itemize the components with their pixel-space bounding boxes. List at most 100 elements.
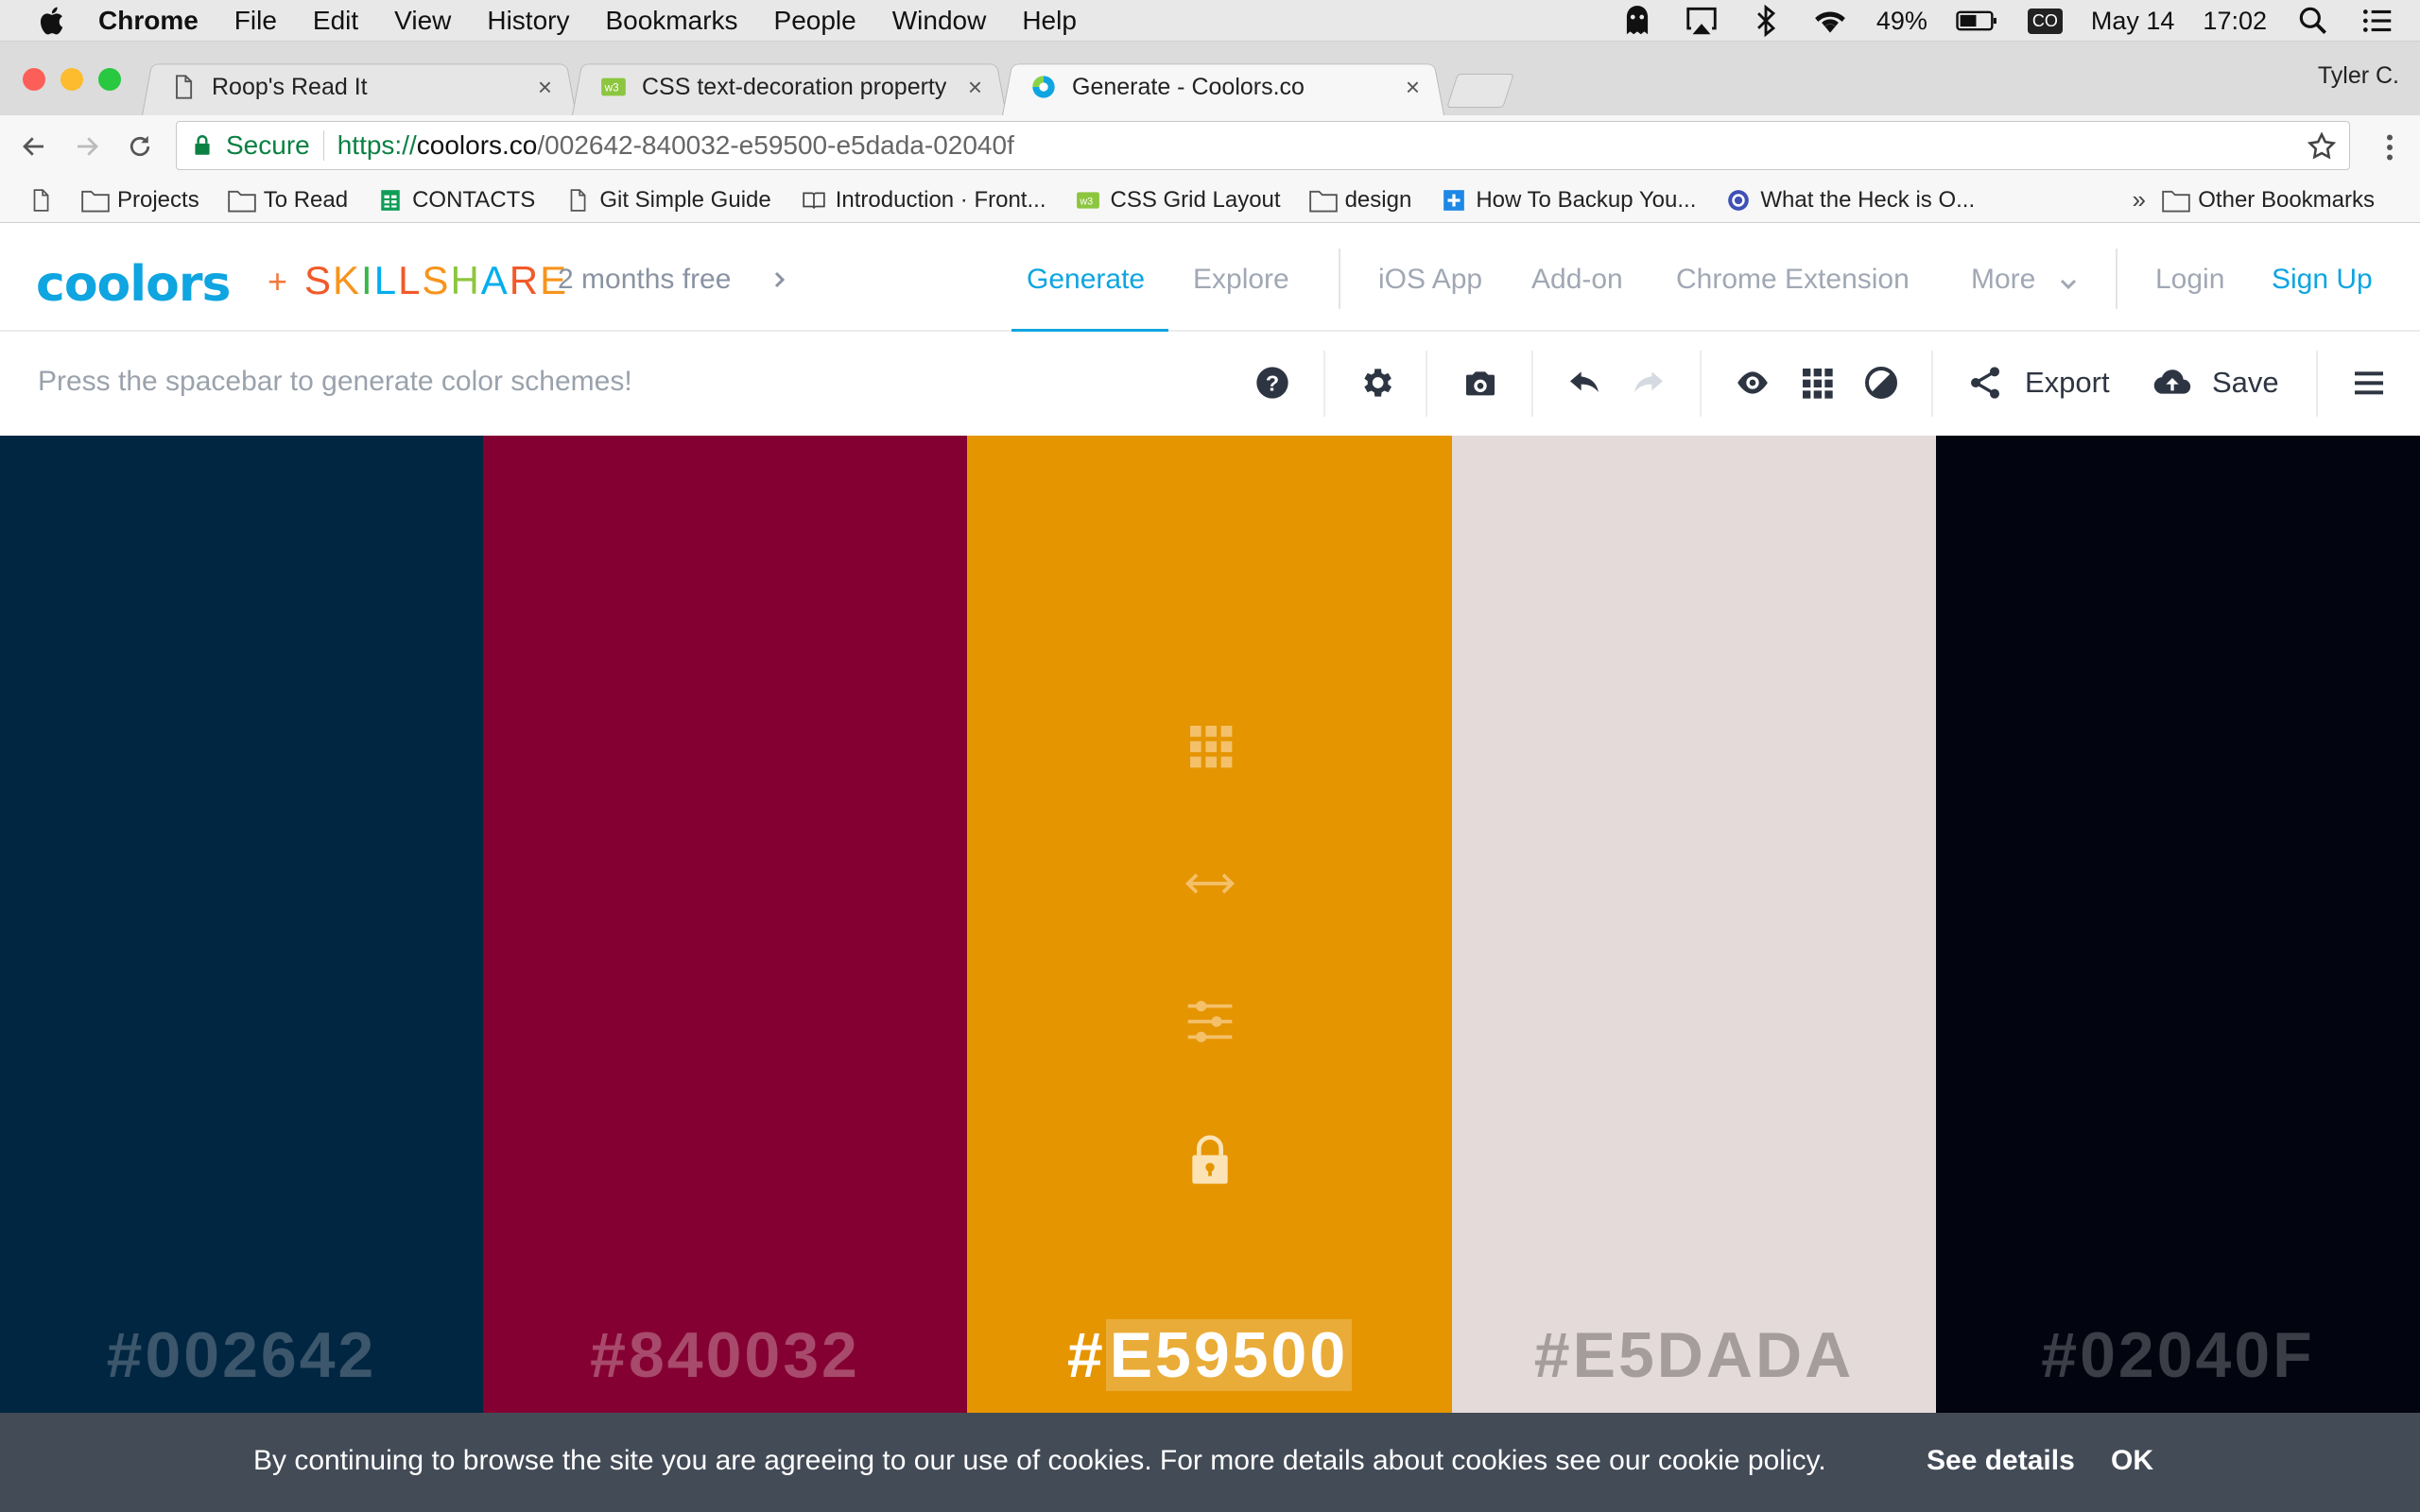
menu-window[interactable]: Window [892, 6, 987, 36]
menu-view[interactable]: View [394, 6, 451, 36]
hex-code[interactable]: #002642 [0, 1318, 483, 1392]
bookmark-introduction-front[interactable]: Introduction · Front... [800, 187, 1046, 214]
nav-generate[interactable]: Generate [1027, 264, 1145, 296]
nav-explore[interactable]: Explore [1193, 264, 1289, 296]
chevron-down-icon[interactable] [2057, 273, 2080, 296]
bookmark-projects[interactable]: Projects [81, 187, 199, 214]
bookmark-to-read[interactable]: To Read [227, 187, 348, 214]
apple-icon[interactable] [36, 4, 70, 38]
notification-center-icon[interactable] [2360, 3, 2395, 39]
tab-title: Generate - Coolors.co [1072, 73, 1305, 100]
spotlight-search-icon[interactable] [2295, 3, 2331, 39]
color-swatch[interactable]: #02040F [1936, 436, 2420, 1413]
bookmark-how-to-backup[interactable]: How To Backup You... [1440, 187, 1696, 214]
tab-coolors-generate[interactable]: Generate - Coolors.co × [1002, 59, 1444, 115]
hamburger-menu-icon[interactable] [2350, 364, 2388, 402]
document-icon[interactable] [28, 187, 53, 214]
shades-grid-icon[interactable] [1184, 719, 1236, 772]
menu-file[interactable]: File [234, 6, 277, 36]
wifi-icon[interactable] [1812, 3, 1848, 39]
bluetooth-icon[interactable] [1748, 3, 1784, 39]
minimize-window-button[interactable] [60, 68, 83, 91]
gear-icon[interactable] [1357, 364, 1395, 402]
tab-close-icon[interactable]: × [1392, 73, 1420, 102]
svg-text:?: ? [1266, 370, 1279, 395]
bookmark-git-simple-guide[interactable]: Git Simple Guide [563, 187, 771, 214]
nav-more[interactable]: More [1971, 264, 2035, 296]
hex-code[interactable]: #E5DADA [1452, 1318, 1936, 1392]
promo-text[interactable]: 2 months free [558, 264, 731, 296]
toolbar-divider [1531, 351, 1533, 417]
save-button[interactable]: Save [2212, 366, 2279, 400]
adjust-sliders-icon[interactable] [1184, 995, 1236, 1048]
back-button[interactable] [15, 128, 53, 165]
nav-ios-app[interactable]: iOS App [1378, 264, 1482, 296]
contrast-icon[interactable] [1862, 364, 1900, 402]
forward-button[interactable] [68, 128, 106, 165]
battery-icon[interactable] [1956, 3, 1999, 39]
menu-edit[interactable]: Edit [313, 6, 358, 36]
nav-add-on[interactable]: Add-on [1531, 264, 1623, 296]
tab-css-text-decoration[interactable]: w3 CSS text-decoration property × [572, 59, 1007, 115]
bookmark-what-the-heck[interactable]: What the Heck is O... [1724, 187, 1975, 214]
profile-name[interactable]: Tyler C. [2318, 62, 2399, 90]
hex-selected-text: E59500 [1105, 1319, 1353, 1391]
tab-strip: Roop's Read It × w3 CSS text-decoration … [0, 42, 2420, 115]
grid-icon[interactable] [1798, 364, 1836, 402]
airplay-icon[interactable] [1684, 3, 1720, 39]
chevron-right-icon[interactable] [768, 267, 790, 292]
color-swatch[interactable]: #E5DADA [1452, 436, 1936, 1413]
co-badge[interactable]: CO [2027, 8, 2063, 34]
menu-history[interactable]: History [487, 6, 569, 36]
bookmark-other-bookmarks[interactable]: Other Bookmarks [2162, 187, 2375, 214]
chrome-menu-icon[interactable] [2373, 129, 2407, 166]
new-tab-button[interactable] [1446, 74, 1514, 108]
reload-button[interactable] [121, 128, 159, 165]
nav-chrome-extension[interactable]: Chrome Extension [1676, 264, 1910, 296]
tab-title: Roop's Read It [212, 73, 368, 100]
bookmark-css-grid-layout[interactable]: w3 CSS Grid Layout [1074, 187, 1281, 214]
hex-code[interactable]: #02040F [1936, 1318, 2420, 1392]
bookmark-star-icon[interactable] [2306, 130, 2338, 163]
see-details-link[interactable]: See details [1927, 1445, 2075, 1477]
ghost-icon[interactable] [1619, 3, 1655, 39]
menu-app-name[interactable]: Chrome [98, 6, 199, 36]
lock-icon[interactable] [1184, 1133, 1236, 1186]
color-swatch[interactable]: #002642 [0, 436, 483, 1413]
hex-code[interactable]: #E59500 [967, 1318, 1452, 1392]
menu-people[interactable]: People [774, 6, 856, 36]
tab-close-icon[interactable]: × [525, 73, 552, 102]
skillshare-letter: A [480, 258, 510, 302]
url-scheme: https:// [337, 130, 417, 160]
color-swatch[interactable]: #840032 [483, 436, 967, 1413]
coolors-logo[interactable]: coolors [36, 256, 231, 313]
address-bar[interactable]: Secure https://coolors.co/002642-840032-… [176, 121, 2350, 170]
bookmarks-overflow-chevron-icon[interactable]: » [2133, 185, 2146, 215]
bookmark-contacts[interactable]: CONTACTS [376, 187, 535, 214]
bookmark-design[interactable]: design [1308, 187, 1411, 214]
zoom-window-button[interactable] [98, 68, 121, 91]
nav-login[interactable]: Login [2155, 264, 2224, 296]
help-icon[interactable]: ? [1253, 364, 1291, 402]
hex-code[interactable]: #840032 [483, 1318, 967, 1392]
eye-icon[interactable] [1734, 364, 1772, 402]
tab-roops-read-it[interactable]: Roop's Read It × [142, 59, 577, 115]
color-swatch[interactable]: #E59500 [967, 436, 1452, 1413]
skillshare-letter: L [398, 258, 423, 302]
camera-icon[interactable] [1461, 364, 1499, 402]
redo-icon[interactable] [1630, 364, 1668, 402]
tab-close-icon[interactable]: × [955, 73, 982, 102]
close-window-button[interactable] [23, 68, 45, 91]
cookie-ok-button[interactable]: OK [2111, 1445, 2153, 1477]
menu-help[interactable]: Help [1022, 6, 1077, 36]
undo-icon[interactable] [1565, 364, 1603, 402]
share-icon[interactable] [1966, 364, 2004, 402]
export-button[interactable]: Export [2025, 366, 2110, 400]
cloud-upload-icon[interactable] [2153, 364, 2191, 402]
w3schools-icon: w3 [1077, 191, 1100, 209]
drag-arrows-icon[interactable] [1184, 857, 1236, 910]
menu-bookmarks[interactable]: Bookmarks [605, 6, 737, 36]
nav-sign-up[interactable]: Sign Up [2272, 264, 2373, 296]
folder-icon [227, 190, 256, 212]
skillshare-logo[interactable]: SKILLSHARE [304, 258, 568, 303]
